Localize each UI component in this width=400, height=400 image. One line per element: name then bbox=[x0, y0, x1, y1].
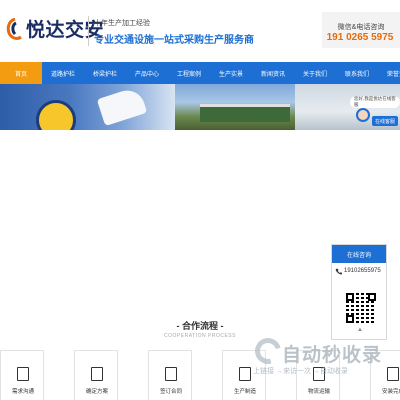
back-to-top-icon[interactable]: ▲ bbox=[356, 327, 364, 333]
nav-item[interactable]: 产品中心 bbox=[126, 62, 168, 84]
slogan-experience: 十年生产加工经验 bbox=[94, 20, 150, 27]
contract-icon bbox=[165, 367, 177, 381]
nav-item[interactable]: 道路护栏 bbox=[42, 62, 84, 84]
nav-item[interactable]: 联系我们 bbox=[336, 62, 378, 84]
slogan-main: 专业交通设施一站式采购生产服务商 bbox=[94, 35, 254, 46]
nav-item[interactable]: 工程案例 bbox=[168, 62, 210, 84]
process-step-label: 确定方案 bbox=[85, 389, 108, 395]
chat-greeting-bubble[interactable]: 您好,我是悦达在线客服 bbox=[350, 96, 400, 108]
nav-item[interactable]: 荣誉资质 bbox=[378, 62, 400, 84]
hero-banner[interactable] bbox=[0, 84, 400, 130]
section-title: - 合作流程 - bbox=[176, 321, 224, 331]
online-consult-title[interactable]: 在线咨询 bbox=[332, 245, 386, 263]
check-icon bbox=[387, 367, 399, 381]
float-phone-number: 19102655975 bbox=[344, 268, 381, 274]
chat-icon bbox=[17, 367, 29, 381]
noise-barrier-image bbox=[200, 104, 290, 122]
site-header: 悦达交安 十年生产加工经验 专业交通设施一站式采购生产服务商 微信&电话咨询 1… bbox=[0, 0, 400, 62]
floating-contact-widget: 在线咨询 19102655975 ▲ bbox=[331, 244, 387, 340]
factory-icon bbox=[239, 367, 251, 381]
wechat-qr-code bbox=[346, 293, 376, 323]
process-card[interactable]: 需求沟通 bbox=[0, 350, 44, 400]
process-step-label: 安装完成 bbox=[381, 389, 400, 395]
document-icon bbox=[91, 367, 103, 381]
hotline-number[interactable]: 191 0265 5975 bbox=[321, 32, 399, 43]
process-card[interactable]: 签订合同 bbox=[148, 350, 192, 400]
watermark-title: 自动秒收录 bbox=[282, 345, 383, 366]
nav-item[interactable]: 新闻资讯 bbox=[252, 62, 294, 84]
nav-item[interactable]: 生产实景 bbox=[210, 62, 252, 84]
logo-icon[interactable] bbox=[6, 18, 24, 40]
hotline-label: 微信&电话咨询 bbox=[337, 24, 385, 31]
phone-icon bbox=[335, 268, 342, 274]
header-divider bbox=[88, 16, 89, 46]
process-step-label: 生产制造 bbox=[233, 389, 256, 395]
process-step-label: 签订合同 bbox=[159, 389, 182, 395]
nav-item[interactable]: 关于我们 bbox=[294, 62, 336, 84]
logo-text[interactable]: 悦达交安 bbox=[26, 15, 104, 42]
nav-item[interactable]: 首页 bbox=[0, 62, 42, 84]
customer-service-avatar[interactable] bbox=[356, 108, 370, 122]
watermark-subtitle: 上链接 →来访一次 →自动收录 bbox=[253, 368, 348, 375]
float-phone-row[interactable]: 19102655975 bbox=[332, 263, 386, 279]
process-step-label: 物流运输 bbox=[307, 389, 330, 395]
process-step-label: 需求沟通 bbox=[11, 389, 34, 395]
online-service-button[interactable]: 在线客服 bbox=[372, 116, 398, 126]
section-subtitle: COOPERATION PROCESS bbox=[164, 333, 236, 339]
main-nav: 首页道路护栏桥梁护栏产品中心工程案例生产实景新闻资讯关于我们联系我们荣誉资质 bbox=[0, 62, 400, 84]
nav-item[interactable]: 桥梁护栏 bbox=[84, 62, 126, 84]
banner-photo-left bbox=[0, 84, 175, 130]
process-card[interactable]: 确定方案 bbox=[74, 350, 118, 400]
